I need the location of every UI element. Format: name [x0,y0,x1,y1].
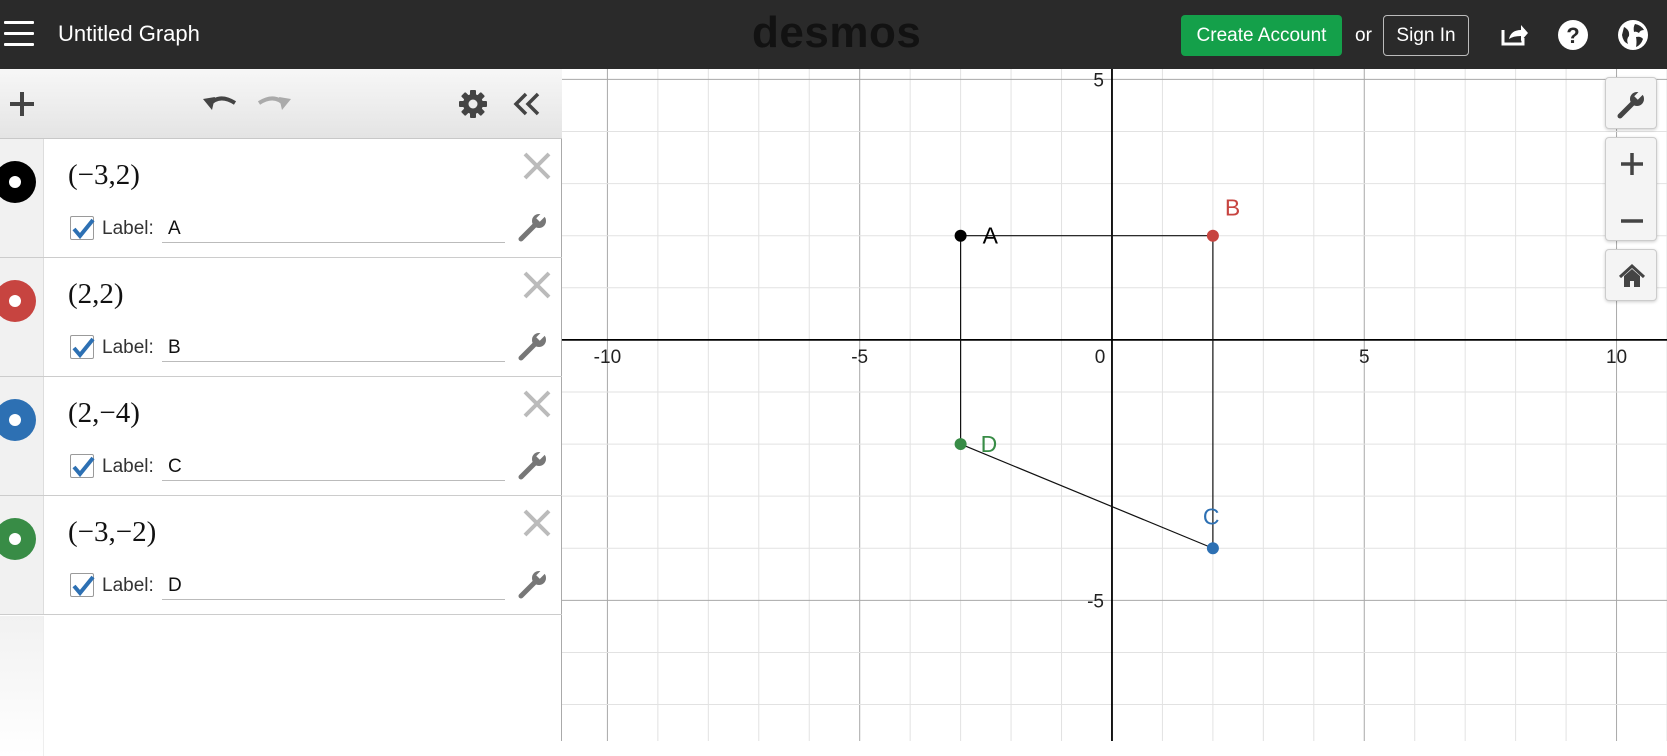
expression-math[interactable]: (−3,−2) [68,516,156,549]
point-label-b: B [1225,195,1240,221]
y-tick-label: 5 [1093,70,1104,91]
label-caption: Label: [102,456,154,477]
label-input[interactable] [162,330,505,362]
wrench-icon [1617,88,1646,119]
expression-item[interactable]: (−3,2) Label: A [0,139,562,258]
redo-icon[interactable] [253,83,295,125]
wrench-icon[interactable] [517,210,549,243]
label-checkbox[interactable] [70,216,95,240]
x-tick-label: -10 [594,347,621,368]
x-tick-label: 10 [1606,347,1627,368]
label-value: D [168,575,182,596]
sign-in-button[interactable]: Sign In [1383,15,1469,56]
globe-icon[interactable] [1616,18,1650,52]
zoom-controls [1605,137,1657,241]
zoom-out-icon[interactable] [1606,195,1658,247]
label-caption: Label: [102,337,154,358]
label-input[interactable] [162,211,505,243]
expression-toolbar [0,69,562,139]
expression-list-panel: (−3,2) Label: A (2,2) Label: B (2,−4) La… [0,69,562,756]
collapse-icon[interactable] [506,83,548,125]
hamburger-icon[interactable] [4,21,34,47]
share-icon[interactable] [1497,18,1531,52]
point-label-c: C [1203,503,1220,529]
expression-item[interactable]: (−3,−2) Label: D [0,496,562,615]
close-icon[interactable] [520,506,554,540]
expression-math[interactable]: (2,2) [68,278,124,311]
home-icon [1618,263,1646,287]
label-value: B [168,337,181,358]
y-tick-label: -5 [1087,591,1104,612]
point-label-a: A [983,223,999,249]
x-tick-label: -5 [851,347,868,368]
x-tick-label: 0 [1095,347,1106,368]
wrench-icon[interactable] [517,329,549,362]
close-icon[interactable] [520,387,554,421]
point-a [954,229,967,242]
close-icon[interactable] [520,149,554,183]
top-bar: Untitled Graph desmos Create Account or … [0,0,1667,69]
graph-settings-button[interactable] [1605,77,1657,129]
label-checkbox[interactable] [70,335,95,359]
label-value: A [168,218,181,239]
help-icon[interactable]: ? [1556,18,1590,52]
point-d [954,438,967,451]
graph-title[interactable]: Untitled Graph [58,21,200,47]
label-input[interactable] [162,568,505,600]
label-value: C [168,456,182,477]
label-checkbox[interactable] [70,573,95,597]
wrench-icon[interactable] [517,567,549,600]
graph-paper[interactable]: -10 -5 0 5 10 5 -5 A B C D [562,69,1667,741]
point-label-d: D [981,431,998,457]
point-b [1206,229,1219,242]
graph-canvas[interactable]: -10 -5 0 5 10 5 -5 A B C D [562,69,1667,741]
new-expression-gutter[interactable] [0,616,44,756]
label-caption: Label: [102,218,154,239]
expression-item[interactable]: (2,−4) Label: C [0,377,562,496]
desmos-logo: desmos [752,8,922,57]
default-viewport-button[interactable] [1605,249,1657,301]
expression-math[interactable]: (−3,2) [68,159,140,192]
expression-item[interactable]: (2,2) Label: B [0,258,562,377]
x-tick-label: 5 [1359,347,1370,368]
gear-icon[interactable] [452,83,494,125]
point-c [1206,542,1219,555]
close-icon[interactable] [520,268,554,302]
undo-icon[interactable] [199,83,241,125]
add-icon[interactable] [1,83,43,125]
svg-text:?: ? [1566,23,1579,48]
zoom-in-icon[interactable] [1606,138,1658,190]
label-input[interactable] [162,449,505,481]
label-caption: Label: [102,575,154,596]
wrench-icon[interactable] [517,448,549,481]
expression-math[interactable]: (2,−4) [68,397,140,430]
or-text: or [1355,25,1372,46]
label-checkbox[interactable] [70,454,95,478]
create-account-button[interactable]: Create Account [1181,15,1342,56]
